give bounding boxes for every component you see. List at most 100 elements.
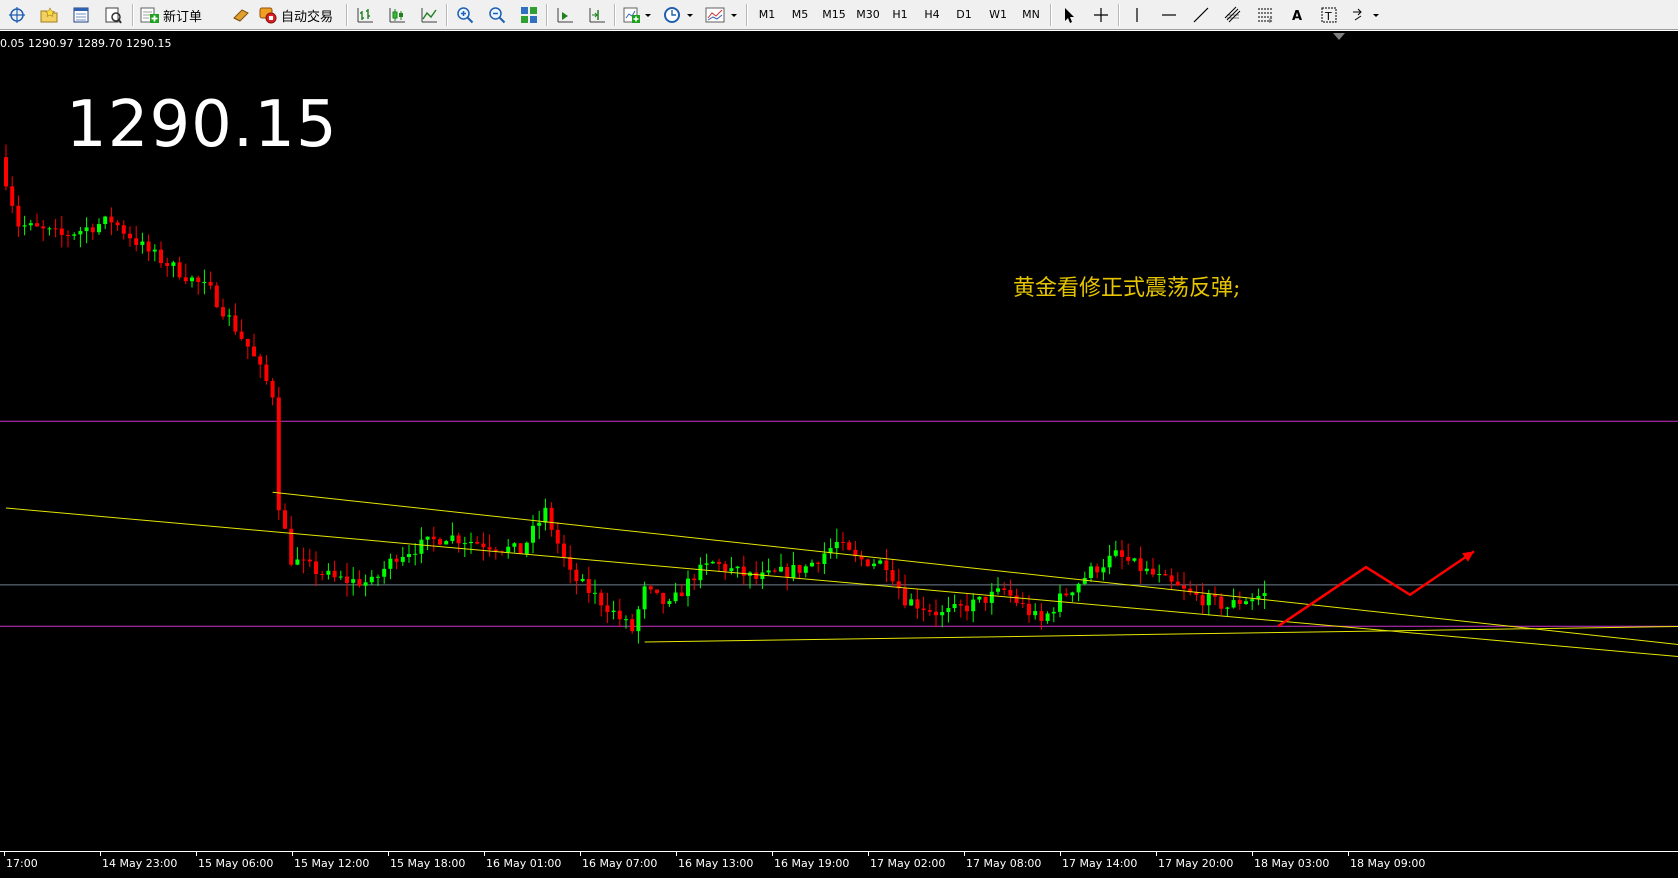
candle-bull — [382, 568, 387, 577]
candle-bear — [958, 604, 963, 606]
candle-bull — [822, 553, 827, 564]
candle-bear — [252, 346, 256, 357]
candle-bear — [927, 610, 932, 612]
svg-text:F: F — [1269, 18, 1273, 24]
timeframe-h4[interactable]: H4 — [918, 5, 946, 25]
candle-bull — [611, 610, 616, 613]
candle-bull — [351, 579, 356, 583]
time-axis-label: 15 May 12:00 — [294, 857, 370, 870]
candle-bear — [314, 561, 318, 575]
timeframe-m15[interactable]: M15 — [818, 5, 850, 25]
experts-icon[interactable] — [228, 3, 254, 27]
time-axis-label: 17 May 14:00 — [1062, 857, 1138, 870]
periodicity-dropdown[interactable] — [660, 3, 698, 27]
candle-bull — [673, 592, 678, 602]
candle-bear — [661, 592, 666, 605]
horizontal-line-icon[interactable] — [1156, 3, 1182, 27]
candle-bear — [549, 507, 554, 530]
tile-windows-icon[interactable] — [516, 3, 542, 27]
data-window-icon[interactable] — [100, 3, 126, 27]
arrows-dropdown[interactable] — [1348, 3, 1384, 27]
chart-shift-marker[interactable] — [1333, 33, 1345, 40]
candlestick-chart-icon[interactable] — [384, 3, 410, 27]
candle-bull — [729, 568, 734, 572]
auto-trading-button[interactable]: 自动交易 — [258, 3, 342, 27]
indicators-dropdown[interactable] — [620, 3, 656, 27]
candle-bear — [1095, 566, 1100, 573]
candle-bull — [326, 570, 331, 575]
trendline-icon[interactable] — [1188, 3, 1214, 27]
candle-bear — [655, 589, 659, 593]
candle-bear — [723, 563, 728, 572]
candle-bull — [803, 566, 808, 573]
chart-shift-icon[interactable] — [584, 3, 610, 27]
candle-bear — [239, 331, 244, 339]
cursor-icon[interactable] — [1056, 3, 1082, 27]
candle-bull — [363, 582, 368, 586]
candle-bull — [1231, 600, 1236, 608]
candle-bear — [345, 576, 349, 583]
candle-bear — [10, 186, 15, 206]
candle-bull — [407, 554, 411, 557]
candle-bear — [847, 542, 852, 550]
auto-scroll-icon[interactable] — [552, 3, 578, 27]
candle-bull — [1157, 574, 1162, 576]
candle-bear — [1175, 581, 1180, 586]
timeframe-mn[interactable]: MN — [1016, 5, 1046, 25]
price-chart[interactable]: 0.05 1290.97 1289.70 1290.15 1290.15 黄金看… — [0, 31, 1678, 878]
fibonacci-icon[interactable]: F — [1252, 3, 1278, 27]
candle-bull — [1082, 577, 1087, 584]
candle-bear — [35, 223, 39, 227]
candle-bear — [1237, 600, 1242, 604]
candle-bear — [1064, 593, 1069, 596]
candle-bear — [841, 541, 845, 543]
candle-bull — [171, 262, 176, 266]
candle-bull — [971, 599, 976, 612]
crosshair-icon[interactable] — [1088, 3, 1114, 27]
candle-bear — [289, 528, 294, 565]
candle-bull — [1076, 583, 1081, 593]
indicators-icon — [623, 7, 651, 23]
timeframe-d1[interactable]: D1 — [950, 5, 978, 25]
candle-bear — [481, 543, 486, 548]
time-axis-tick — [1060, 851, 1061, 856]
zoom-out-icon[interactable] — [484, 3, 510, 27]
market-watch-icon[interactable] — [68, 3, 94, 27]
favorites-icon[interactable] — [36, 3, 62, 27]
crosshair-navigate-icon[interactable] — [4, 3, 30, 27]
candle-bull — [779, 566, 783, 572]
vertical-line-icon[interactable] — [1124, 3, 1150, 27]
time-axis-label: 18 May 03:00 — [1254, 857, 1330, 870]
candle-bear — [648, 586, 653, 590]
timeframe-m5[interactable]: M5 — [785, 5, 815, 25]
candle-bull — [202, 281, 207, 283]
candle-bull — [1132, 558, 1137, 561]
equidistant-channel-icon[interactable] — [1220, 3, 1246, 27]
time-axis-tick — [100, 851, 101, 856]
candle-bear — [679, 592, 684, 597]
zoom-in-icon[interactable] — [452, 3, 478, 27]
time-axis-label: 17 May 02:00 — [870, 857, 946, 870]
timeframe-m30[interactable]: M30 — [852, 5, 884, 25]
timeframe-w1[interactable]: W1 — [984, 5, 1012, 25]
timeframe-h1[interactable]: H1 — [886, 5, 914, 25]
timeframe-m1[interactable]: M1 — [752, 5, 782, 25]
candle-bear — [320, 574, 325, 576]
auto-trading-icon — [259, 7, 277, 24]
templates-dropdown[interactable] — [702, 3, 742, 27]
candle-bear — [487, 547, 492, 550]
line-chart-icon[interactable] — [416, 3, 442, 27]
candle-bull — [834, 541, 839, 549]
candle-bull — [686, 578, 690, 597]
time-axis-label: 17 May 08:00 — [966, 857, 1042, 870]
bar-chart-icon[interactable] — [352, 3, 378, 27]
candle-bear — [717, 561, 721, 564]
candle-bear — [772, 570, 777, 572]
candle-bear — [754, 572, 759, 579]
arrows-icon — [1353, 8, 1379, 21]
text-label-icon[interactable]: T — [1316, 3, 1342, 27]
candle-bear — [1200, 594, 1205, 606]
candle-bear — [890, 570, 895, 582]
new-order-button[interactable]: 新订单 — [140, 3, 222, 27]
text-tool-icon[interactable]: A — [1284, 3, 1310, 27]
